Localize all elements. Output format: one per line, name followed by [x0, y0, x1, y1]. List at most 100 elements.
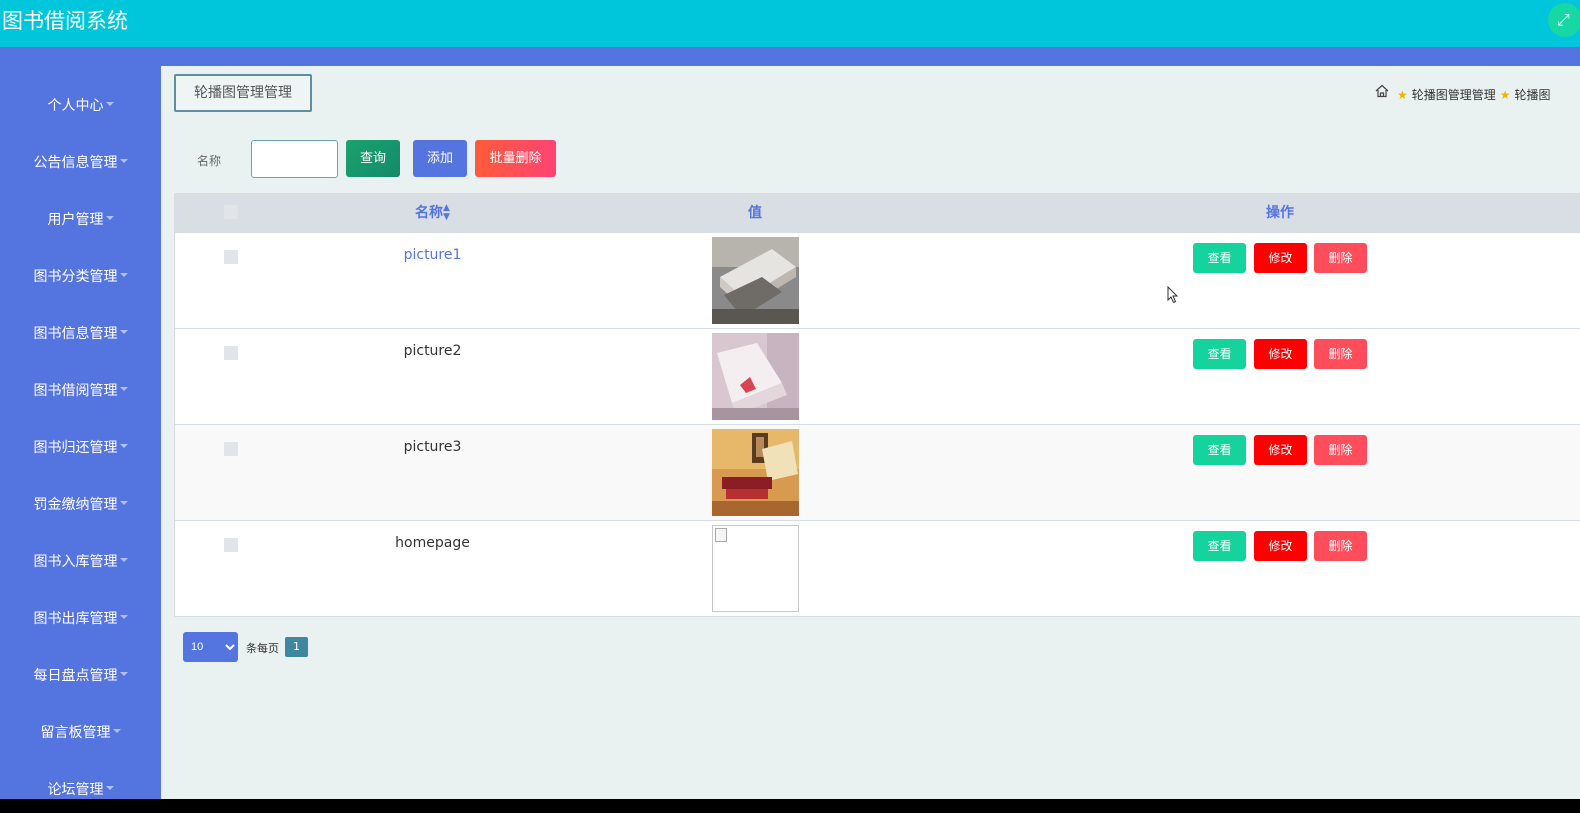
caret-down-icon	[119, 444, 128, 448]
sidebar-item-stock-out[interactable]: 图书出库管理	[0, 599, 161, 639]
caret-down-icon	[119, 558, 128, 562]
header-band	[0, 47, 1580, 66]
thumbnail-image	[712, 429, 799, 516]
caret-down-icon	[119, 387, 128, 391]
row-checkbox[interactable]	[224, 250, 238, 264]
search-input[interactable]	[251, 140, 338, 178]
table-row: picture2 查看 修改 删除	[175, 329, 1580, 425]
view-button[interactable]: 查看	[1193, 531, 1246, 561]
page-title: 轮播图管理管理	[174, 74, 312, 112]
add-button[interactable]: 添加	[413, 140, 467, 177]
caret-down-icon	[119, 501, 128, 505]
sidebar-item-label: 用户管理	[47, 212, 104, 228]
per-page-label: 条每页	[246, 642, 279, 655]
app-title: 图书借阅系统	[2, 9, 128, 33]
sidebar-item-label: 图书出库管理	[33, 611, 118, 627]
thumbnail-image	[712, 237, 799, 324]
select-all-checkbox[interactable]	[224, 205, 238, 219]
sidebar-item-stock-in[interactable]: 图书入库管理	[0, 542, 161, 582]
column-header-name[interactable]: 名称▲ ▼	[415, 193, 450, 233]
search-label: 名称	[197, 154, 222, 168]
photo-open-book	[712, 333, 799, 420]
table-row: picture1 查看 修改 删除	[175, 233, 1580, 329]
page-size-select[interactable]: 10	[183, 632, 238, 662]
breadcrumb-item[interactable]: 轮播图	[1515, 88, 1551, 102]
star-icon: ★	[1397, 87, 1408, 102]
row-name[interactable]: picture3	[335, 439, 530, 455]
row-checkbox[interactable]	[224, 346, 238, 360]
sidebar-item-daily-inventory[interactable]: 每日盘点管理	[0, 656, 161, 696]
caret-down-icon	[119, 330, 128, 334]
sidebar-item-label: 罚金缴纳管理	[33, 497, 118, 513]
sidebar-item-personal-center[interactable]: 个人中心	[0, 86, 161, 126]
row-checkbox[interactable]	[224, 442, 238, 456]
caret-down-icon	[112, 729, 121, 733]
caret-down-icon	[119, 273, 128, 277]
sidebar-item-announcements[interactable]: 公告信息管理	[0, 143, 161, 183]
query-button[interactable]: 查询	[346, 140, 400, 177]
edit-button[interactable]: 修改	[1254, 339, 1307, 369]
column-header-label: 名称	[415, 205, 443, 221]
breadcrumb-item[interactable]: 轮播图管理管理	[1412, 88, 1496, 102]
mouse-cursor-icon	[1167, 286, 1179, 304]
batch-delete-button[interactable]: 批量删除	[475, 140, 556, 177]
row-name[interactable]: picture1	[335, 247, 530, 263]
table-row: homepage 查看 修改 删除	[175, 521, 1580, 617]
bottom-bar	[0, 799, 1580, 813]
caret-down-icon	[105, 216, 114, 220]
column-header-value: 值	[748, 205, 762, 221]
table-row: picture3 查看 修改 删除	[175, 425, 1580, 521]
edit-button[interactable]: 修改	[1254, 531, 1307, 561]
sidebar-item-book-info[interactable]: 图书信息管理	[0, 314, 161, 354]
breadcrumb: ★ 轮播图管理管理 ★ 轮播图	[1375, 84, 1551, 103]
sidebar-item-label: 个人中心	[47, 98, 104, 114]
sidebar-item-label: 留言板管理	[40, 725, 111, 741]
sidebar: 个人中心 公告信息管理 用户管理 图书分类管理 图书信息管理 图书借阅管理 图书…	[0, 66, 161, 799]
sidebar-item-book-borrowing[interactable]: 图书借阅管理	[0, 371, 161, 411]
sidebar-item-book-return[interactable]: 图书归还管理	[0, 428, 161, 468]
broken-image-icon	[712, 525, 799, 612]
sidebar-item-fines[interactable]: 罚金缴纳管理	[0, 485, 161, 525]
sidebar-item-book-categories[interactable]: 图书分类管理	[0, 257, 161, 297]
sidebar-item-label: 图书归还管理	[33, 440, 118, 456]
sort-icon[interactable]: ▲ ▼	[443, 204, 450, 222]
photo-stacked-books	[712, 237, 799, 324]
photo-books-warm	[712, 429, 799, 516]
sidebar-item-forum[interactable]: 论坛管理	[0, 770, 161, 799]
sidebar-item-label: 图书分类管理	[33, 269, 118, 285]
thumbnail-image	[712, 333, 799, 420]
view-button[interactable]: 查看	[1193, 435, 1246, 465]
sidebar-item-label: 图书借阅管理	[33, 383, 118, 399]
home-icon[interactable]	[1375, 84, 1389, 98]
star-icon: ★	[1499, 87, 1511, 102]
sidebar-item-label: 论坛管理	[47, 782, 104, 798]
expand-arrows-icon[interactable]: ⤢	[1548, 3, 1580, 37]
delete-button[interactable]: 删除	[1314, 339, 1367, 369]
caret-down-icon	[105, 786, 114, 790]
caret-down-icon	[119, 159, 128, 163]
top-bar: 图书借阅系统 ⤢	[0, 0, 1580, 47]
row-name[interactable]: picture2	[335, 343, 530, 359]
page-number-current[interactable]: 1	[285, 637, 308, 657]
column-header-actions: 操作	[1266, 205, 1294, 221]
sidebar-item-label: 公告信息管理	[33, 155, 118, 171]
sidebar-item-label: 图书入库管理	[33, 554, 118, 570]
row-name[interactable]: homepage	[335, 535, 530, 551]
sidebar-item-label: 图书信息管理	[33, 326, 118, 342]
delete-button[interactable]: 删除	[1314, 531, 1367, 561]
sidebar-item-users[interactable]: 用户管理	[0, 200, 161, 240]
data-table: 名称▲ ▼ 值 操作 picture1 查看 修改 删除 picture2 查看…	[174, 193, 1580, 617]
edit-button[interactable]: 修改	[1254, 435, 1307, 465]
delete-button[interactable]: 删除	[1314, 243, 1367, 273]
sidebar-item-message-board[interactable]: 留言板管理	[0, 713, 161, 753]
table-header: 名称▲ ▼ 值 操作	[175, 193, 1580, 233]
main-content: 轮播图管理管理 ★ 轮播图管理管理 ★ 轮播图 名称 查询 添加 批量删除 名称▲ ▼ …	[161, 66, 1580, 799]
row-checkbox[interactable]	[224, 538, 238, 552]
view-button[interactable]: 查看	[1193, 339, 1246, 369]
sidebar-item-label: 每日盘点管理	[33, 668, 118, 684]
edit-button[interactable]: 修改	[1254, 243, 1307, 273]
view-button[interactable]: 查看	[1193, 243, 1246, 273]
caret-down-icon	[119, 672, 128, 676]
caret-down-icon	[105, 102, 114, 106]
delete-button[interactable]: 删除	[1314, 435, 1367, 465]
